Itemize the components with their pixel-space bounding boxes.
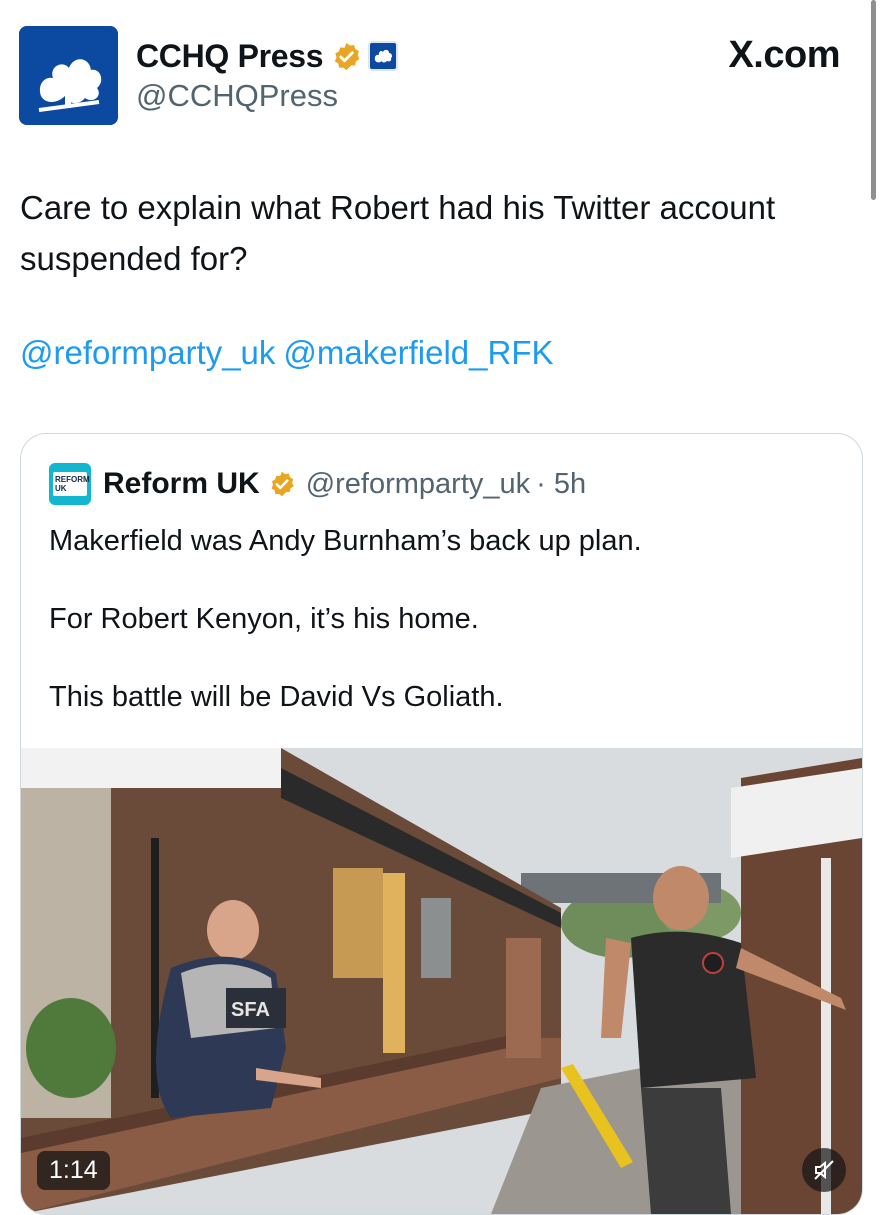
author-name-row: CCHQ Press — [136, 34, 399, 78]
gold-check-icon[interactable] — [268, 470, 296, 498]
author-avatar[interactable] — [19, 26, 118, 125]
conservatives-tree-logo — [19, 26, 118, 125]
mention-link[interactable]: @reformparty_uk — [20, 334, 275, 371]
video-duration: 1:14 — [37, 1151, 110, 1190]
mention-link[interactable]: @makerfield_RFK — [283, 334, 553, 371]
quoted-paragraph: This battle will be David Vs Goliath. — [49, 681, 504, 713]
quoted-paragraph: Makerfield was Andy Burnham’s back up pl… — [49, 525, 642, 557]
conservatives-tree-icon[interactable] — [368, 41, 399, 71]
video-frame-image: SFA — [21, 748, 862, 1214]
quoted-tweet-card[interactable]: REFORM UK Reform UK @reformparty_uk · 5h… — [20, 433, 863, 1215]
video-player[interactable]: SFA 1:14 — [21, 748, 862, 1214]
author-display-name[interactable]: CCHQ Press — [136, 38, 324, 75]
speaker-muted-icon[interactable] — [802, 1148, 846, 1192]
quoted-tweet-text: Makerfield was Andy Burnham’s back up pl… — [49, 522, 829, 756]
quoted-paragraph: For Robert Kenyon, it’s his home. — [49, 603, 479, 635]
quoted-display-name[interactable]: Reform UK — [103, 467, 260, 501]
tweet-text: Care to explain what Robert had his Twit… — [20, 189, 776, 277]
shirt-print-text: SFA — [231, 999, 270, 1021]
quoted-tweet-header: REFORM UK Reform UK @reformparty_uk · 5h — [49, 463, 586, 505]
scrollbar[interactable] — [871, 0, 876, 200]
gold-check-icon[interactable] — [331, 41, 362, 72]
tweet-mentions: @reformparty_uk @makerfield_RFK — [20, 334, 562, 372]
author-handle[interactable]: @CCHQPress — [136, 78, 338, 114]
quoted-handle[interactable]: @reformparty_uk — [306, 468, 530, 501]
reform-uk-logo-text: REFORM UK — [53, 472, 90, 496]
reform-uk-avatar[interactable]: REFORM UK — [49, 463, 91, 505]
quoted-timestamp[interactable]: · 5h — [536, 468, 586, 501]
x-com-watermark: X.com — [728, 34, 840, 76]
